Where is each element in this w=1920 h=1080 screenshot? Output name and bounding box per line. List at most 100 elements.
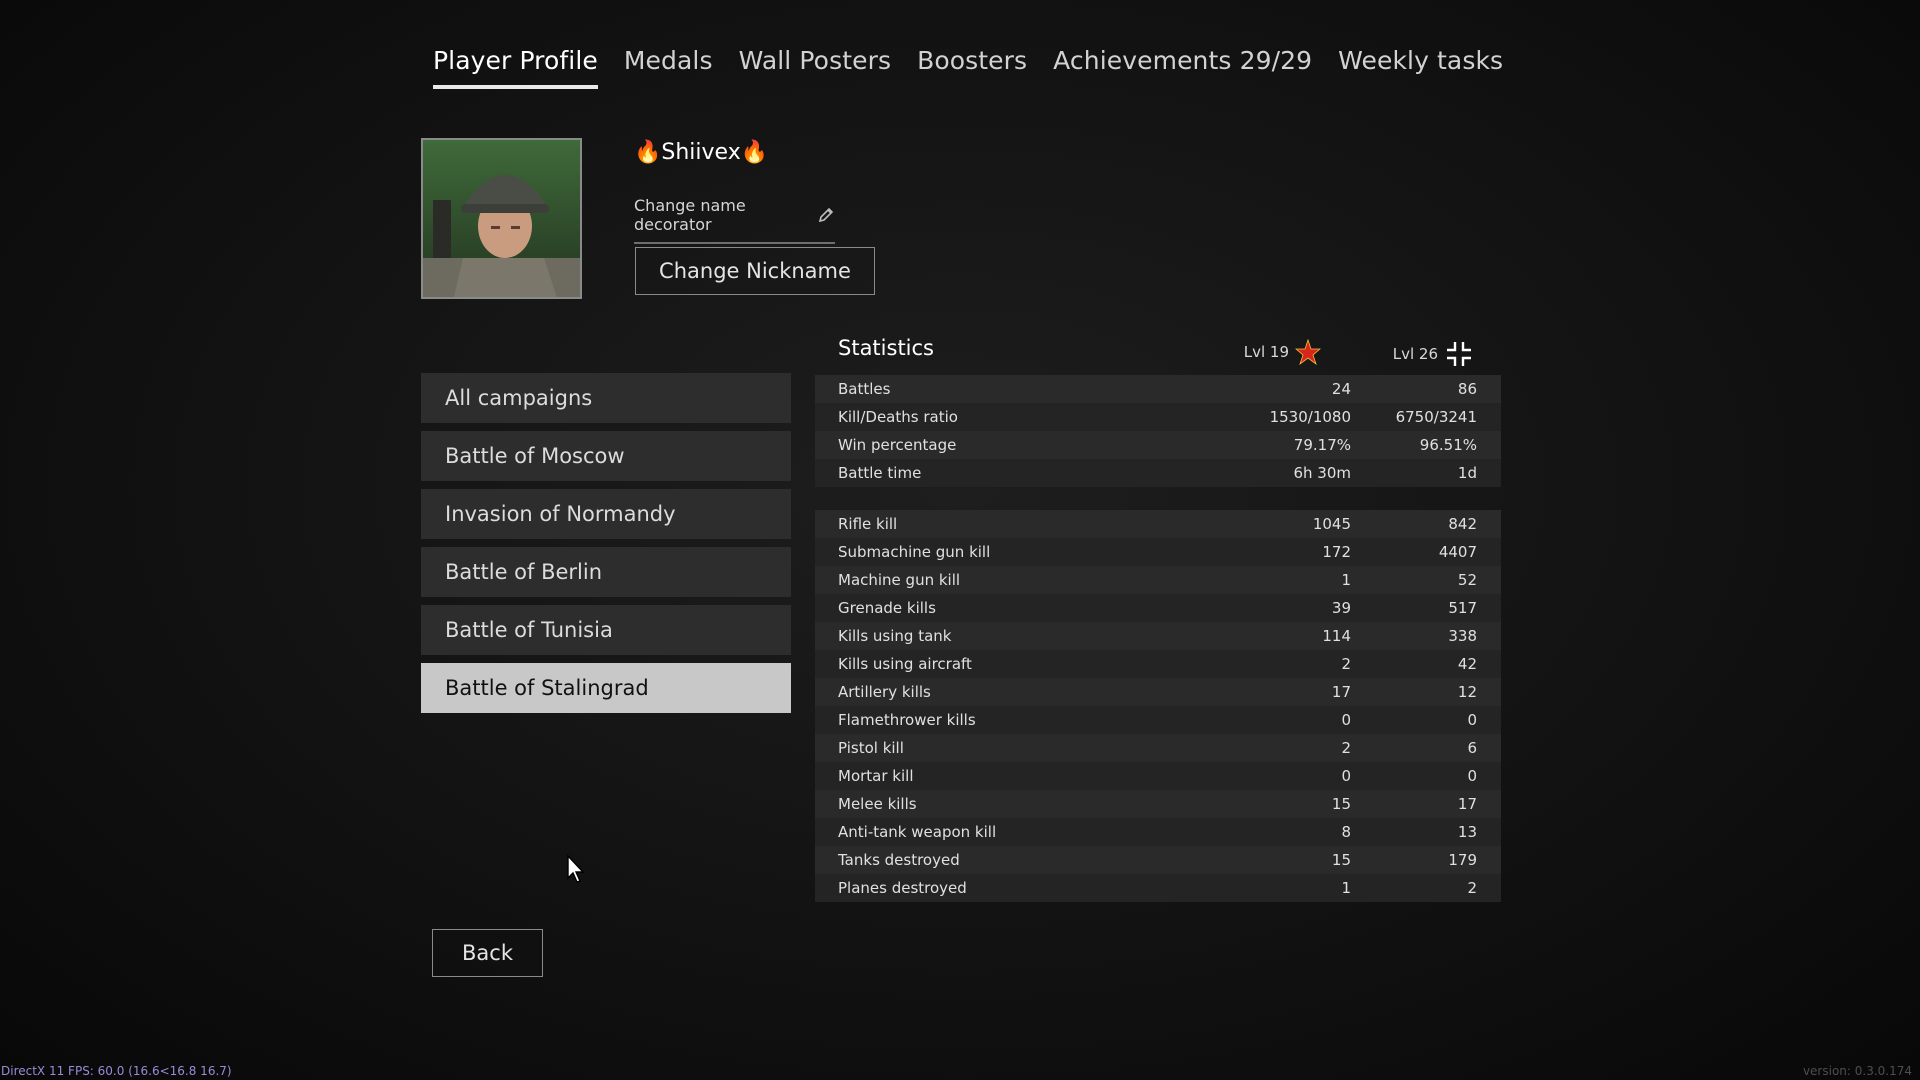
- campaign-battle-of-stalingrad[interactable]: Battle of Stalingrad: [421, 663, 791, 713]
- stat-value-german: 517: [1448, 599, 1477, 617]
- campaign-battle-of-tunisia[interactable]: Battle of Tunisia: [421, 605, 791, 655]
- stat-value-german: 17: [1457, 795, 1477, 813]
- stat-value-soviet: 8: [1341, 823, 1351, 841]
- stat-value-german: 96.51%: [1419, 436, 1477, 454]
- stat-value-soviet: 17: [1331, 683, 1351, 701]
- stat-value-soviet: 2: [1341, 739, 1351, 757]
- stat-value-soviet: 6h 30m: [1293, 464, 1351, 482]
- stats-row: Kill/Deaths ratio 1530/1080 6750/3241: [815, 403, 1501, 431]
- stat-label: Kills using aircraft: [838, 655, 972, 673]
- stat-label: Melee kills: [838, 795, 917, 813]
- stat-value-soviet: 1: [1341, 879, 1351, 897]
- stat-value-soviet: 39: [1331, 599, 1351, 617]
- stat-label: Kill/Deaths ratio: [838, 408, 958, 426]
- tab-weekly-tasks[interactable]: Weekly tasks: [1338, 46, 1503, 89]
- tab-wall-posters[interactable]: Wall Posters: [739, 46, 891, 89]
- stat-value-german: 12: [1457, 683, 1477, 701]
- version-label: version: 0.3.0.174: [1802, 1064, 1912, 1078]
- stats-row: Flamethrower kills 0 0: [815, 706, 1501, 734]
- stats-row: Win percentage 79.17% 96.51%: [815, 431, 1501, 459]
- stats-row: Submachine gun kill 172 4407: [815, 538, 1501, 566]
- stat-label: Submachine gun kill: [838, 543, 991, 561]
- stat-value-soviet: 15: [1331, 795, 1351, 813]
- tab-player-profile[interactable]: Player Profile: [433, 46, 598, 89]
- stat-value-german: 13: [1457, 823, 1477, 841]
- avatar[interactable]: [421, 138, 582, 299]
- stats-row: Pistol kill 2 6: [815, 734, 1501, 762]
- campaign-all-campaigns[interactable]: All campaigns: [421, 373, 791, 423]
- stat-value-soviet: 24: [1331, 380, 1351, 398]
- tab-achievements[interactable]: Achievements 29/29: [1053, 46, 1312, 89]
- stat-value-soviet: 1: [1341, 571, 1351, 589]
- stat-value-german: 6: [1467, 739, 1477, 757]
- stat-label: Win percentage: [838, 436, 957, 454]
- stats-row: Mortar kill 0 0: [815, 762, 1501, 790]
- balkenkreuz-icon: [1447, 342, 1471, 366]
- stat-label: Mortar kill: [838, 767, 914, 785]
- kill-stats-table: Rifle kill 1045 842 Submachine gun kill 172 4…: [815, 510, 1501, 902]
- stat-value-german: 1d: [1457, 464, 1477, 482]
- stat-label: Battles: [838, 380, 891, 398]
- stat-label: Machine gun kill: [838, 571, 961, 589]
- stats-row: Kills using tank 114 338: [815, 622, 1501, 650]
- stats-row: Machine gun kill 1 52: [815, 566, 1501, 594]
- stat-value-german: 6750/3241: [1395, 408, 1477, 426]
- stat-value-soviet: 0: [1341, 767, 1351, 785]
- statistics-header: Statistics Lvl 19 Lvl 26: [815, 333, 1501, 366]
- stats-row: Planes destroyed 1 2: [815, 874, 1501, 902]
- tab-medals[interactable]: Medals: [624, 46, 713, 89]
- stats-row: Kills using aircraft 2 42: [815, 650, 1501, 678]
- stats-row: Grenade kills 39 517: [815, 594, 1501, 622]
- stats-row: Artillery kills 17 12: [815, 678, 1501, 706]
- stats-row: Melee kills 15 17: [815, 790, 1501, 818]
- stat-value-soviet: 15: [1331, 851, 1351, 869]
- stat-label: Rifle kill: [838, 515, 898, 533]
- stats-row: Battles 24 86: [815, 375, 1501, 403]
- stat-value-soviet: 1045: [1312, 515, 1351, 533]
- campaign-list: All campaigns Battle of Moscow Invasion …: [421, 373, 791, 721]
- change-name-decorator-link[interactable]: Change name decorator: [634, 196, 835, 244]
- stat-value-german: 338: [1448, 627, 1477, 645]
- stats-row: Anti-tank weapon kill 8 13: [815, 818, 1501, 846]
- stat-label: Planes destroyed: [838, 879, 967, 897]
- stat-label: Flamethrower kills: [838, 711, 976, 729]
- soviet-level-label: Lvl 19: [1243, 343, 1289, 361]
- top-tabs: Player Profile Medals Wall Posters Boost…: [433, 46, 1529, 89]
- stats-row: Tanks destroyed 15 179: [815, 846, 1501, 874]
- stat-label: Anti-tank weapon kill: [838, 823, 997, 841]
- fps-counter: DirectX 11 FPS: 60.0 (16.6<16.8 16.7): [1, 1064, 232, 1078]
- stat-value-german: 52: [1457, 571, 1477, 589]
- stat-label: Tanks destroyed: [838, 851, 960, 869]
- stat-label: Kills using tank: [838, 627, 952, 645]
- change-nickname-button[interactable]: Change Nickname: [635, 247, 875, 295]
- stat-value-german: 179: [1448, 851, 1477, 869]
- stat-value-german: 842: [1448, 515, 1477, 533]
- stat-value-german: 0: [1467, 767, 1477, 785]
- stat-value-german: 0: [1467, 711, 1477, 729]
- soviet-star-icon: [1295, 339, 1321, 365]
- stat-value-soviet: 172: [1322, 543, 1351, 561]
- soviet-level: Lvl 19: [1244, 339, 1321, 365]
- stat-value-german: 42: [1457, 655, 1477, 673]
- general-stats-table: Battles 24 86 Kill/Deaths ratio 1530/1080 675…: [815, 375, 1501, 487]
- pencil-icon: [817, 206, 835, 224]
- campaign-invasion-of-normandy[interactable]: Invasion of Normandy: [421, 489, 791, 539]
- campaign-battle-of-berlin[interactable]: Battle of Berlin: [421, 547, 791, 597]
- stat-label: Battle time: [838, 464, 922, 482]
- stat-value-soviet: 2: [1341, 655, 1351, 673]
- tab-boosters[interactable]: Boosters: [917, 46, 1027, 89]
- stats-row: Rifle kill 1045 842: [815, 510, 1501, 538]
- stat-label: Artillery kills: [838, 683, 931, 701]
- stats-row: Battle time 6h 30m 1d: [815, 459, 1501, 487]
- german-level-label: Lvl 26: [1392, 345, 1438, 363]
- stat-value-soviet: 114: [1322, 627, 1351, 645]
- campaign-battle-of-moscow[interactable]: Battle of Moscow: [421, 431, 791, 481]
- stat-value-german: 2: [1467, 879, 1477, 897]
- statistics-title: Statistics: [838, 336, 934, 360]
- stat-value-german: 4407: [1438, 543, 1477, 561]
- mouse-cursor-icon: [567, 854, 585, 883]
- stat-label: Pistol kill: [838, 739, 904, 757]
- decorator-label: Change name decorator: [634, 196, 746, 234]
- back-button[interactable]: Back: [432, 929, 543, 977]
- stat-value-german: 86: [1457, 380, 1477, 398]
